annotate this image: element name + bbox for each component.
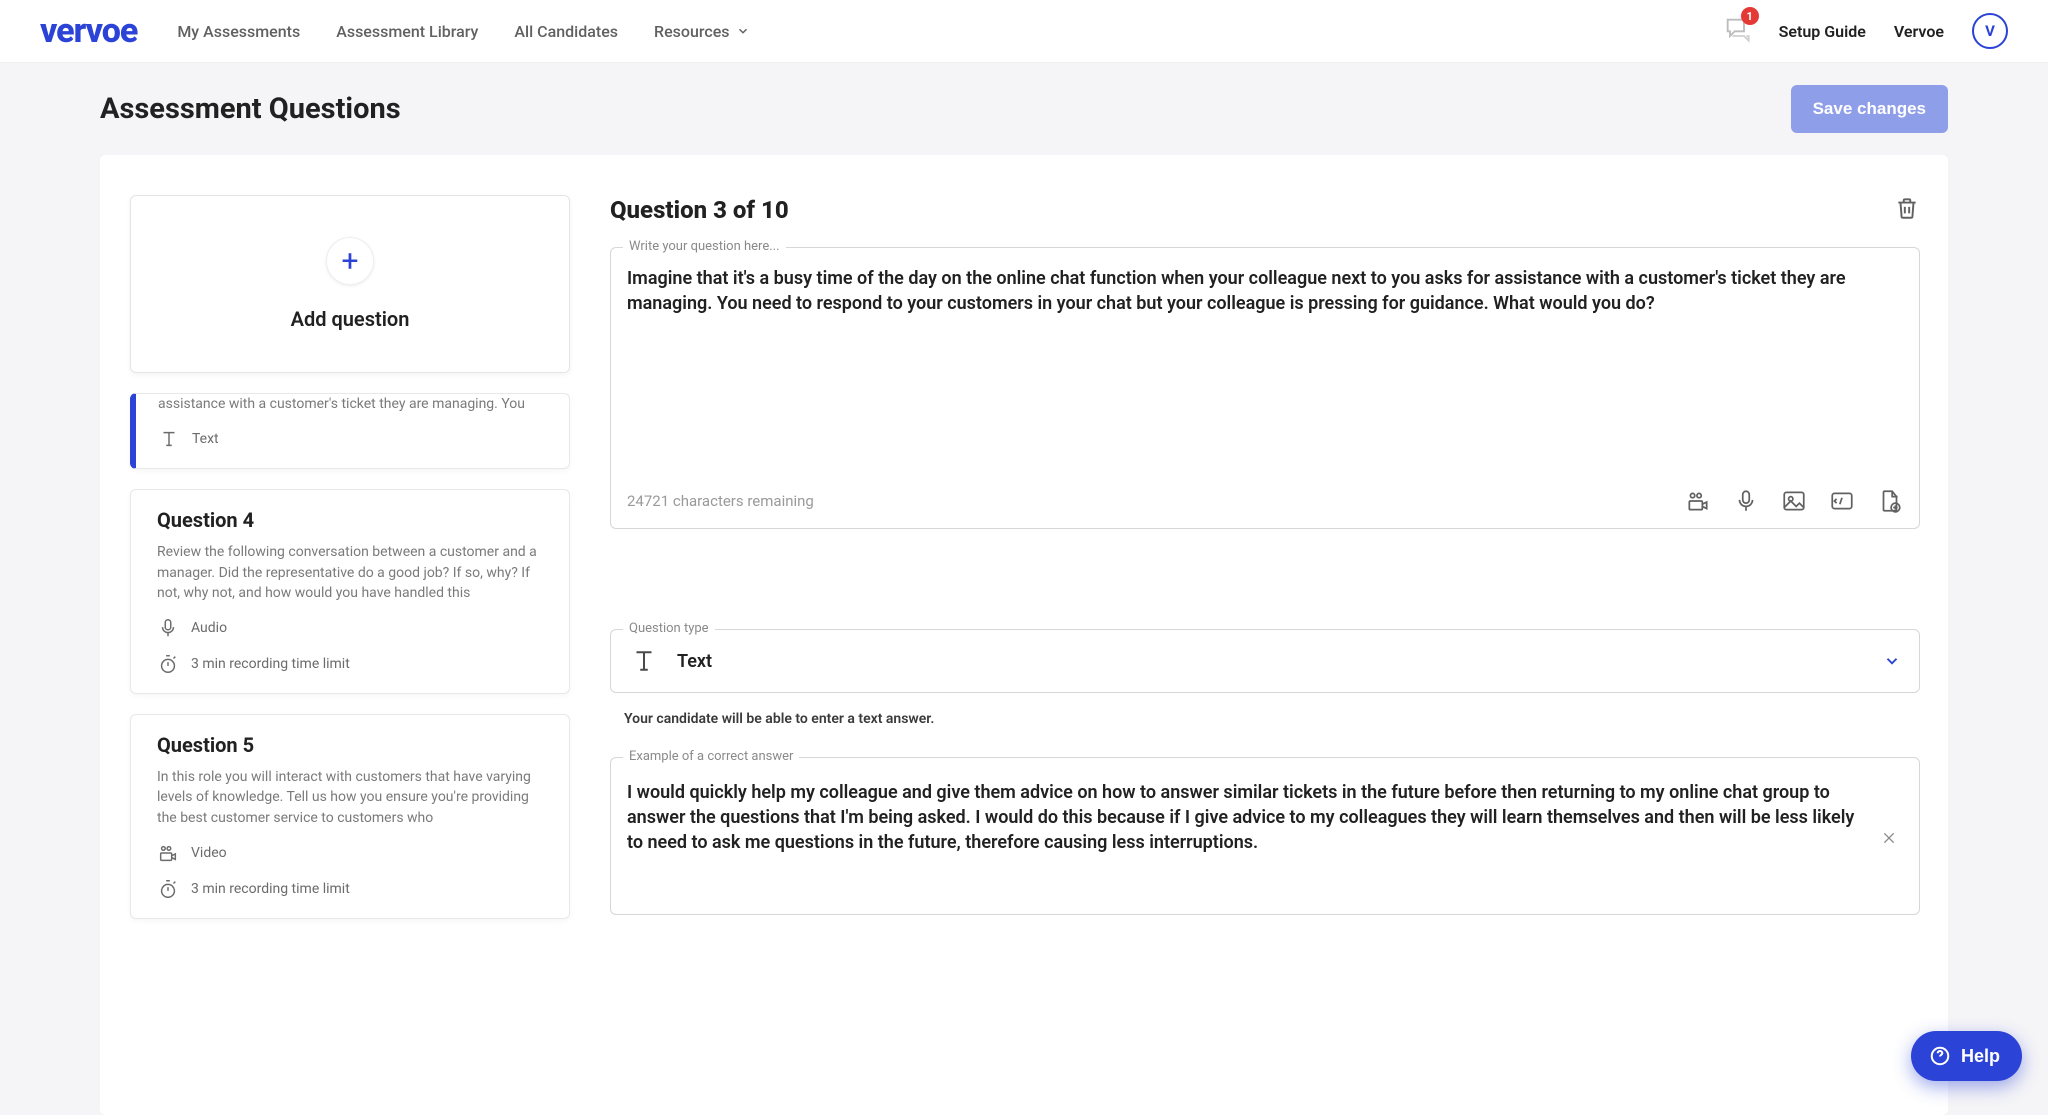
avatar[interactable]: V — [1972, 13, 2008, 49]
question-card-5-limit: 3 min recording time limit — [191, 881, 350, 897]
help-button[interactable]: Help — [1911, 1031, 2022, 1081]
example-answer-field: Example of a correct answer — [610, 757, 1920, 915]
characters-remaining: 24721 characters remaining — [627, 492, 814, 510]
save-changes-button[interactable]: Save changes — [1791, 85, 1948, 133]
notification-badge: 1 — [1741, 7, 1759, 25]
question-card-3[interactable]: assistance with a customer's ticket they… — [130, 393, 570, 469]
question-type-select[interactable]: Question type Text — [610, 629, 1920, 693]
add-question-button[interactable]: + Add question — [130, 195, 570, 373]
question-card-4[interactable]: Question 4 Review the following conversa… — [130, 489, 570, 694]
text-icon — [158, 428, 180, 450]
record-audio-icon[interactable] — [1733, 488, 1759, 514]
nav-my-assessments[interactable]: My Assessments — [177, 22, 300, 41]
nav-assessment-library[interactable]: Assessment Library — [336, 22, 478, 41]
question-card-3-desc: assistance with a customer's ticket they… — [158, 394, 547, 414]
setup-guide-link[interactable]: Setup Guide — [1779, 22, 1866, 41]
stopwatch-icon — [157, 653, 179, 675]
nav-resources[interactable]: Resources — [654, 22, 750, 41]
plus-icon: + — [341, 244, 358, 279]
close-icon — [1881, 830, 1897, 846]
question-card-5-type: Video — [191, 845, 227, 861]
question-type-helper: Your candidate will be able to enter a t… — [610, 703, 1920, 757]
delete-question-button[interactable] — [1894, 195, 1920, 225]
help-label: Help — [1961, 1046, 2000, 1067]
nav-resources-label: Resources — [654, 22, 730, 41]
nav-all-candidates[interactable]: All Candidates — [514, 22, 618, 41]
example-answer-input[interactable] — [627, 780, 1869, 900]
chevron-down-icon — [736, 24, 750, 38]
notifications-button[interactable]: 1 — [1723, 15, 1751, 47]
chevron-down-icon — [1883, 652, 1901, 670]
question-type-legend: Question type — [623, 621, 715, 636]
clear-answer-button[interactable] — [1881, 830, 1903, 850]
question-text-legend: Write your question here... — [623, 239, 786, 254]
question-card-4-limit: 3 min recording time limit — [191, 656, 350, 672]
question-text-field: Write your question here... 24721 charac… — [610, 247, 1920, 529]
question-card-4-title: Question 4 — [157, 508, 547, 532]
question-type-value: Text — [677, 651, 712, 672]
user-name: Vervoe — [1894, 22, 1944, 41]
record-video-icon[interactable] — [1685, 488, 1711, 514]
example-answer-legend: Example of a correct answer — [623, 749, 799, 764]
question-card-4-desc: Review the following conversation betwee… — [157, 542, 547, 603]
microphone-icon — [157, 617, 179, 639]
question-heading: Question 3 of 10 — [610, 196, 789, 224]
add-icon-circle: + — [326, 237, 374, 285]
logo[interactable]: vervoe — [40, 11, 137, 51]
text-type-icon — [629, 646, 659, 676]
add-question-label: Add question — [291, 307, 410, 331]
code-icon[interactable] — [1829, 488, 1855, 514]
trash-icon — [1894, 195, 1920, 221]
image-icon[interactable] — [1781, 488, 1807, 514]
video-icon — [157, 842, 179, 864]
page-title: Assessment Questions — [100, 92, 401, 126]
question-card-5-title: Question 5 — [157, 733, 547, 757]
question-card-3-type: Text — [192, 431, 219, 447]
upload-file-icon[interactable] — [1877, 488, 1903, 514]
question-card-4-type: Audio — [191, 620, 227, 636]
question-card-5[interactable]: Question 5 In this role you will interac… — [130, 714, 570, 919]
stopwatch-icon — [157, 878, 179, 900]
question-card-5-desc: In this role you will interact with cust… — [157, 767, 547, 828]
help-icon — [1929, 1045, 1951, 1067]
question-text-input[interactable] — [627, 266, 1903, 476]
